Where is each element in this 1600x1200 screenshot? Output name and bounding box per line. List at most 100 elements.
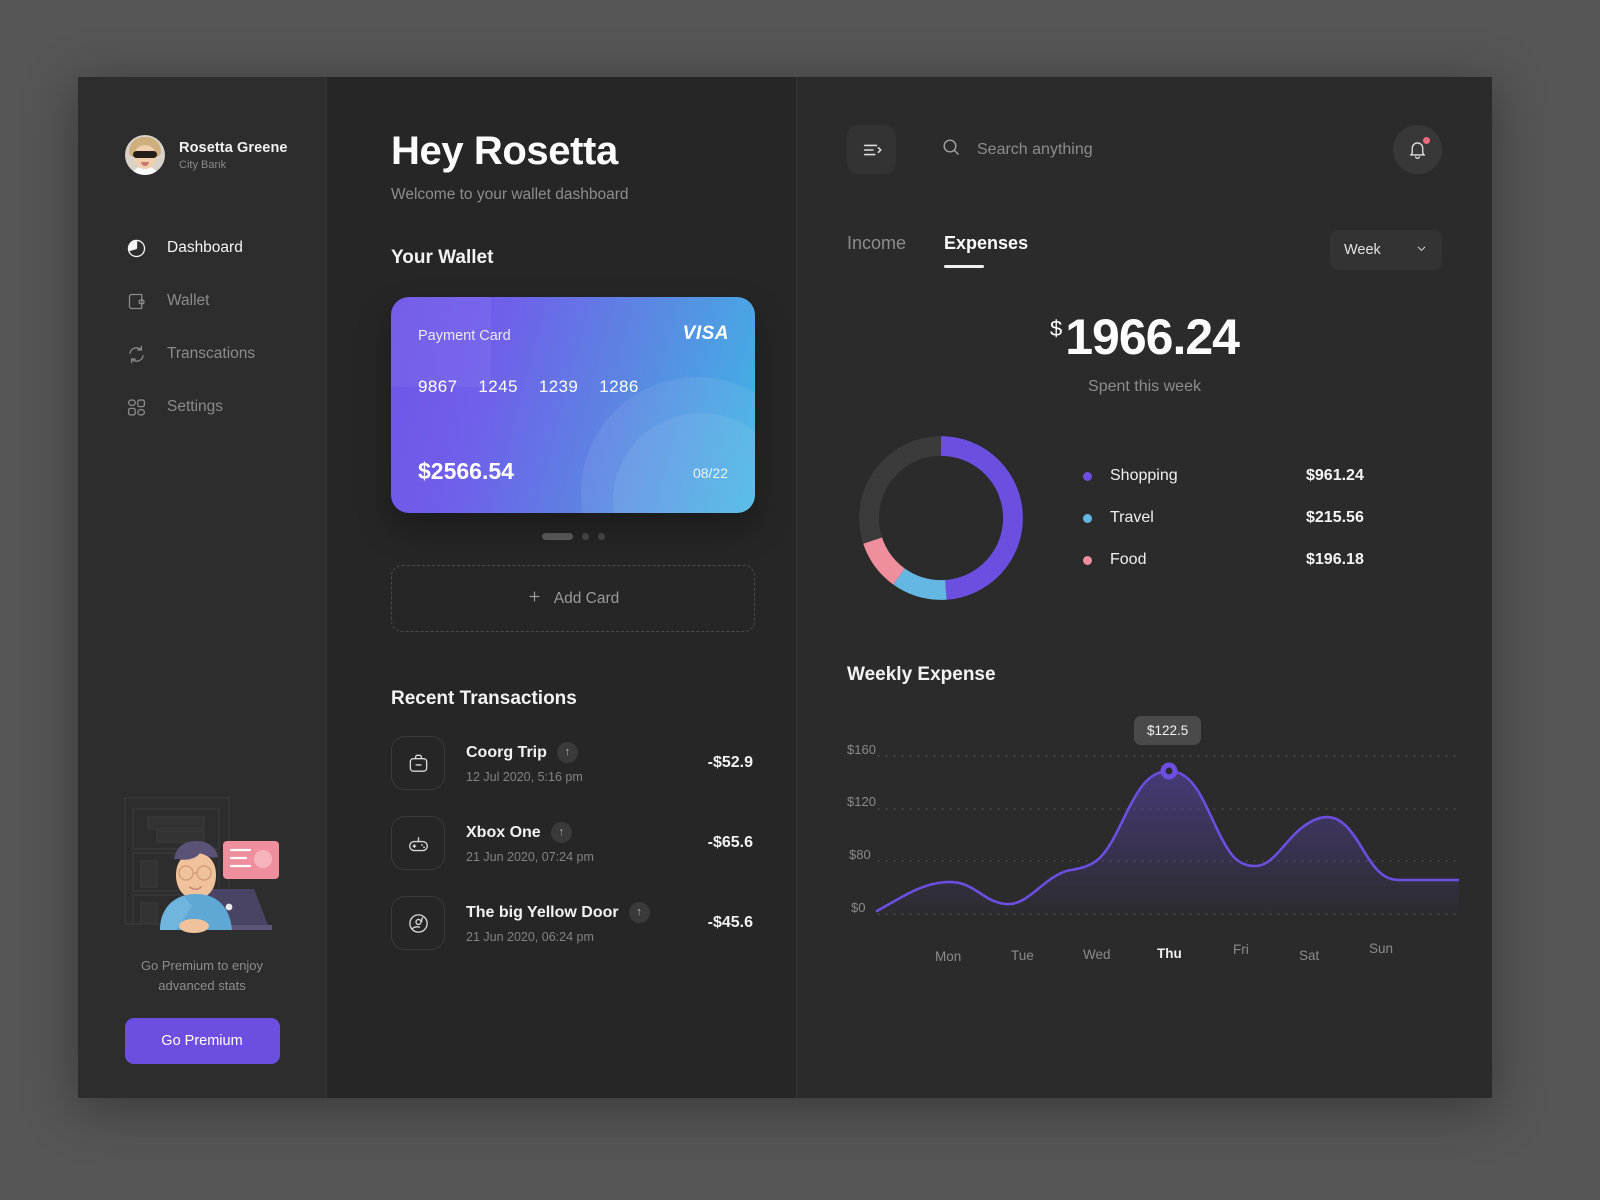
sidebar-item-label: Transcations [167,345,256,362]
x-tick-wed: Wed [1083,947,1111,962]
x-axis-labels: Mon Tue Wed Thu Fri Sat Sun [847,940,1442,970]
card-balance: $2566.54 [418,458,514,484]
user-profile[interactable]: Rosetta Greene City Bank [78,135,326,175]
currency-symbol: $ [1050,316,1062,341]
transaction-amount: -$65.6 [707,834,753,851]
tabs-row: Income Expenses Week [847,230,1442,270]
legend-label: Food [1110,551,1147,568]
wallet-section-title: Your Wallet [391,247,494,268]
card-number-group: 1286 [599,377,639,396]
period-select[interactable]: Week [1330,230,1442,270]
transaction-name: Coorg Trip [466,743,547,761]
notifications-button[interactable] [1393,125,1442,174]
search-icon [941,137,961,162]
table-row[interactable]: The big Yellow Door ↑ 21 Jun 2020, 06:24… [391,896,753,950]
sidebar-item-wallet[interactable]: Wallet [78,290,326,312]
notification-badge [1423,137,1430,144]
transaction-date: 21 Jun 2020, 07:24 pm [466,850,594,864]
expenses-breakdown: Shopping $961.24 Travel $215.56 Food $19… [847,428,1442,608]
search-box[interactable] [941,137,1393,162]
arrow-up-icon[interactable]: ↑ [550,822,572,843]
tab-expenses[interactable]: Expenses [944,233,1028,268]
center-panel: Hey Rosetta Welcome to your wallet dashb… [327,77,797,1098]
card-expiry: 08/22 [692,465,728,481]
legend-value: $215.56 [1306,509,1364,526]
add-card-button[interactable]: Add Card [391,565,755,632]
x-tick-mon: Mon [935,949,962,964]
right-panel: Income Expenses Week $1966.24 Spent this… [797,77,1492,1098]
total-amount: 1966.24 [1065,309,1240,365]
transaction-amount: -$45.6 [707,914,753,931]
table-row[interactable]: Xbox One ↑ 21 Jun 2020, 07:24 pm -$65.6 [391,816,753,870]
page-subtitle: Welcome to your wallet dashboard [391,186,629,203]
sidebar-item-transactions[interactable]: Transcations [78,343,326,365]
premium-illustration [124,797,281,942]
sidebar-item-settings[interactable]: Settings [78,396,326,418]
layout-blocks-icon [125,396,147,418]
arrow-up-icon[interactable]: ↑ [556,742,578,763]
briefcase-icon [391,736,445,790]
card-number-group: 1245 [478,377,518,396]
avatar [125,135,165,175]
recent-transactions-title: Recent Transactions [391,688,577,709]
gamepad-icon [391,816,445,870]
legend-item-food: Food $196.18 [1083,551,1442,569]
visa-logo: VISA [682,323,729,344]
sidebar-nav: Dashboard Wallet Transcations Settings [78,237,326,418]
profile-name: Rosetta Greene [179,139,288,156]
transaction-amount: -$52.9 [707,754,753,771]
area-fill [877,771,1459,914]
legend-swatch [1083,513,1092,523]
sync-icon [125,343,147,365]
card-number: 9867 1245 1239 1286 [418,377,639,397]
legend-item-travel: Travel $215.56 [1083,509,1442,527]
transaction-date: 12 Jul 2020, 5:16 pm [466,770,583,784]
card-label: Payment Card [418,328,511,344]
go-premium-button[interactable]: Go Premium [124,1018,280,1064]
chevron-down-icon [1415,242,1428,259]
transaction-date: 21 Jun 2020, 06:24 pm [466,930,594,944]
total-caption: Spent this week [1088,378,1201,395]
search-input[interactable] [977,140,1393,159]
card-number-group: 9867 [418,377,458,396]
weekly-expense-title: Weekly Expense [847,664,996,685]
transaction-name: The big Yellow Door [466,903,619,921]
legend-swatch [1083,555,1092,565]
legend-item-shopping: Shopping $961.24 [1083,467,1442,485]
page-title: Hey Rosetta [391,129,618,173]
payment-card[interactable]: Payment Card VISA 9867 1245 1239 1286 $2… [391,297,755,513]
x-tick-tue: Tue [1011,948,1034,963]
sidebar-item-label: Wallet [167,292,210,309]
top-bar [847,125,1442,174]
arrow-up-icon[interactable]: ↑ [628,902,650,923]
transaction-name: Xbox One [466,823,541,841]
card-carousel-dots [391,533,755,540]
weekly-expense-chart: $160 $120 $80 $0 $122.5 [847,708,1459,938]
carousel-dot[interactable] [597,533,605,540]
menu-toggle-button[interactable] [847,125,896,174]
legend-label: Shopping [1110,467,1178,484]
sidebar-item-dashboard[interactable]: Dashboard [78,237,326,259]
period-value: Week [1344,242,1381,258]
sidebar: Rosetta Greene City Bank Dashboard Walle… [78,77,327,1098]
total-spent: $1966.24 Spent this week [847,308,1442,396]
carousel-dot[interactable] [581,533,589,540]
chart-tooltip: $122.5 [1134,716,1202,745]
carousel-dot-active[interactable] [541,533,573,540]
profile-bank: City Bank [179,158,227,171]
tab-income[interactable]: Income [847,233,906,268]
x-tick-sun: Sun [1369,941,1394,956]
table-row[interactable]: Coorg Trip ↑ 12 Jul 2020, 5:16 pm -$52.9 [391,736,753,790]
premium-text: Go Premium to enjoy advanced stats [140,957,264,993]
app-window: Rosetta Greene City Bank Dashboard Walle… [78,77,1492,1098]
x-tick-sat: Sat [1299,948,1320,963]
data-point-thu-inner [1165,767,1173,775]
donut-chart [859,436,1023,600]
sidebar-item-label: Dashboard [167,239,243,256]
pie-chart-icon [125,237,147,259]
sidebar-item-label: Settings [167,398,224,415]
card-number-group: 1239 [538,377,579,396]
add-card-label: Add Card [553,589,620,607]
legend-value: $961.24 [1306,467,1364,484]
legend-swatch [1083,471,1092,481]
